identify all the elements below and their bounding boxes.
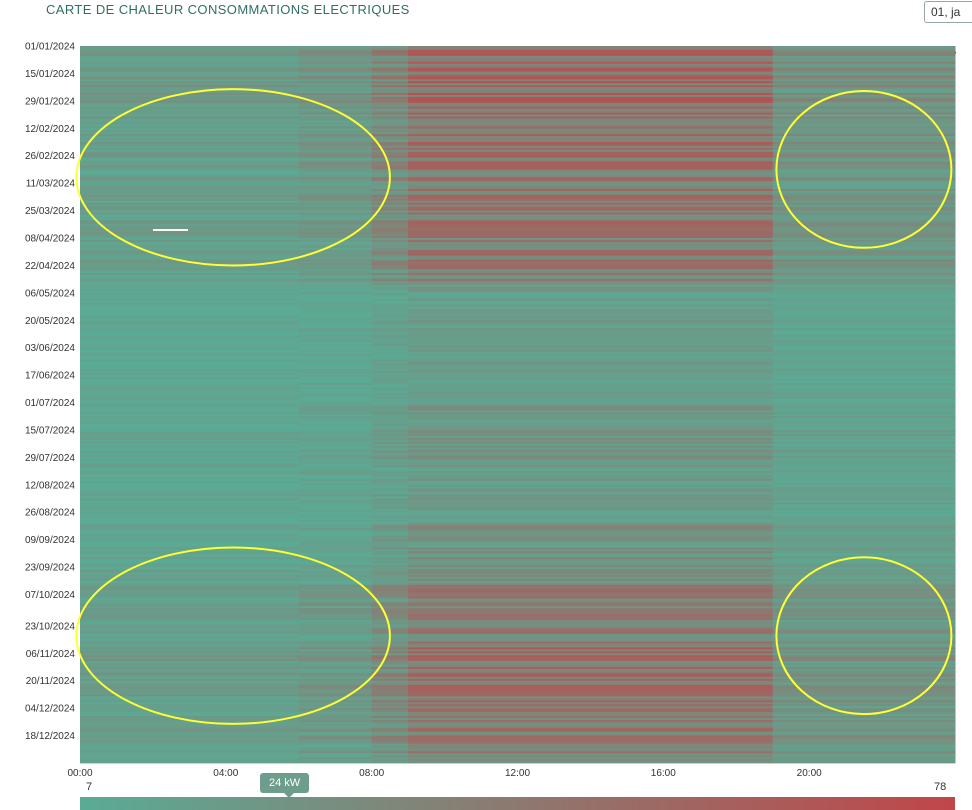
y-tick-label: 17/06/2024 (25, 371, 75, 382)
y-tick-label: 04/12/2024 (25, 704, 75, 715)
y-tick-label: 03/06/2024 (25, 343, 75, 354)
y-tick-label: 09/09/2024 (25, 535, 75, 546)
y-tick-label: 23/09/2024 (25, 563, 75, 574)
x-tick-label: 04:00 (213, 768, 238, 779)
heatmap-cell (772, 761, 956, 764)
y-tick-label: 26/08/2024 (25, 508, 75, 519)
colorbar-min-label: 7 (86, 781, 93, 793)
y-tick-label: 20/05/2024 (25, 316, 75, 327)
y-tick-label: 29/07/2024 (25, 453, 75, 464)
x-tick-label: 00:00 (67, 768, 92, 779)
y-axis: 01/01/2024 15/01/2024 29/01/2024 12/02/2024… (25, 42, 75, 743)
y-tick-label: 08/04/2024 (25, 234, 75, 245)
x-axis: 00:00 04:00 08:00 12:00 16:00 20:00 (67, 768, 822, 779)
y-tick-label: 12/02/2024 (25, 124, 75, 135)
y-tick-label: 01/01/2024 (25, 42, 75, 53)
value-tooltip: 24 kW (260, 773, 310, 798)
y-tick-label: 07/10/2024 (25, 590, 75, 601)
colorbar-max-label: 78 (934, 781, 947, 793)
y-tick-label: 25/03/2024 (25, 206, 75, 217)
x-tick-label: 12:00 (505, 768, 530, 779)
heatmap-cells (80, 46, 956, 764)
y-tick-label: 15/07/2024 (25, 426, 75, 437)
x-tick-label: 16:00 (651, 768, 676, 779)
y-tick-label: 12/08/2024 (25, 480, 75, 491)
y-tick-label: 22/04/2024 (25, 261, 75, 272)
y-tick-label: 23/10/2024 (25, 621, 75, 632)
y-tick-label: 11/03/2024 (26, 179, 76, 190)
y-tick-label: 18/12/2024 (25, 731, 75, 742)
y-tick-label: 01/07/2024 (25, 398, 75, 409)
y-tick-label: 06/11/2024 (26, 649, 76, 660)
heatmap-cell (371, 761, 409, 764)
x-tick-label: 08:00 (359, 768, 384, 779)
y-tick-label: 15/01/2024 (25, 69, 75, 80)
colorbar[interactable] (80, 797, 955, 810)
y-tick-label: 20/11/2024 (26, 676, 76, 687)
x-tick-label: 20:00 (797, 768, 822, 779)
y-tick-label: 29/01/2024 (25, 96, 75, 107)
heatmap-cell (80, 761, 300, 764)
heatmap-cell (408, 761, 774, 764)
colorbar-gradient (80, 797, 955, 810)
y-tick-label: 26/02/2024 (25, 151, 75, 162)
y-tick-label: 06/05/2024 (25, 288, 75, 299)
heatmap-cell (298, 761, 373, 764)
heatmap-chart[interactable]: 01/01/2024 15/01/2024 29/01/2024 12/02/2024… (0, 0, 972, 810)
